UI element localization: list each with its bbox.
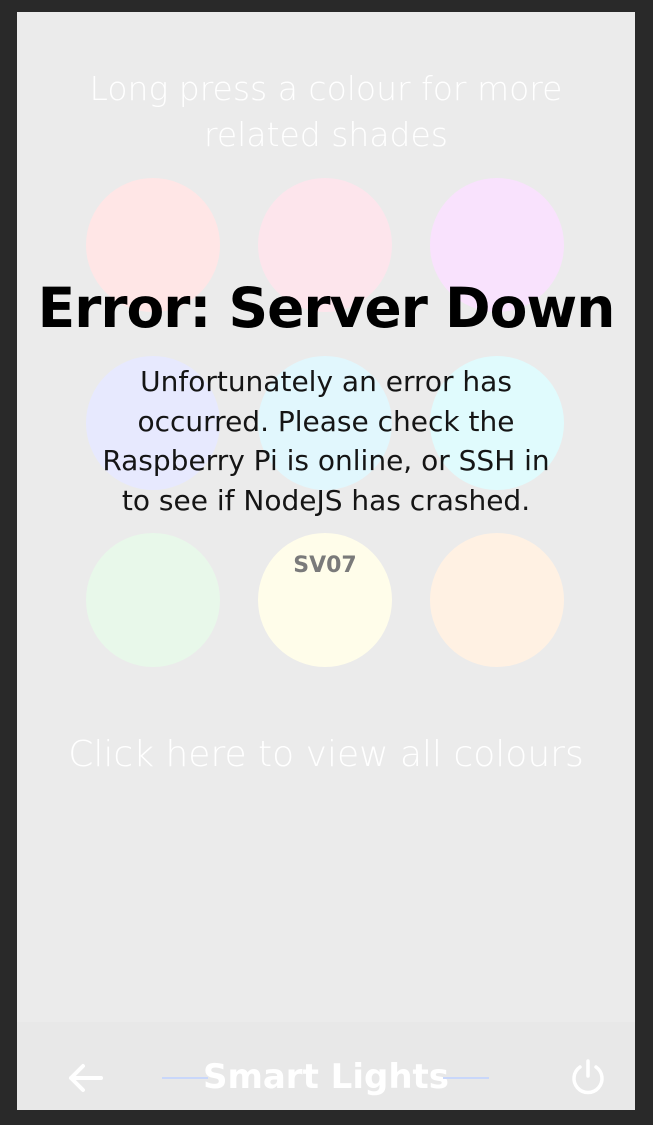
app-title: Smart Lights [202,1057,450,1097]
long-press-hint: Long press a colour for more related sha… [89,69,563,154]
swatch-label: SV07 [293,553,357,578]
app-screen: Long press a colour for more related sha… [17,12,635,1110]
error-title: Error: Server Down [37,276,616,340]
bottom-app-bar: Smart Lights [17,1022,635,1110]
colour-swatch-8[interactable]: SV07 [258,533,392,667]
title-divider-right [443,1077,489,1079]
colour-swatch-7[interactable] [86,533,220,667]
view-all-colours-link[interactable]: Click here to view all colours [17,730,635,780]
colour-swatch-9[interactable] [430,533,564,667]
power-icon[interactable] [569,1058,607,1096]
error-message: Unfortunately an error has occurred. Ple… [102,365,550,517]
